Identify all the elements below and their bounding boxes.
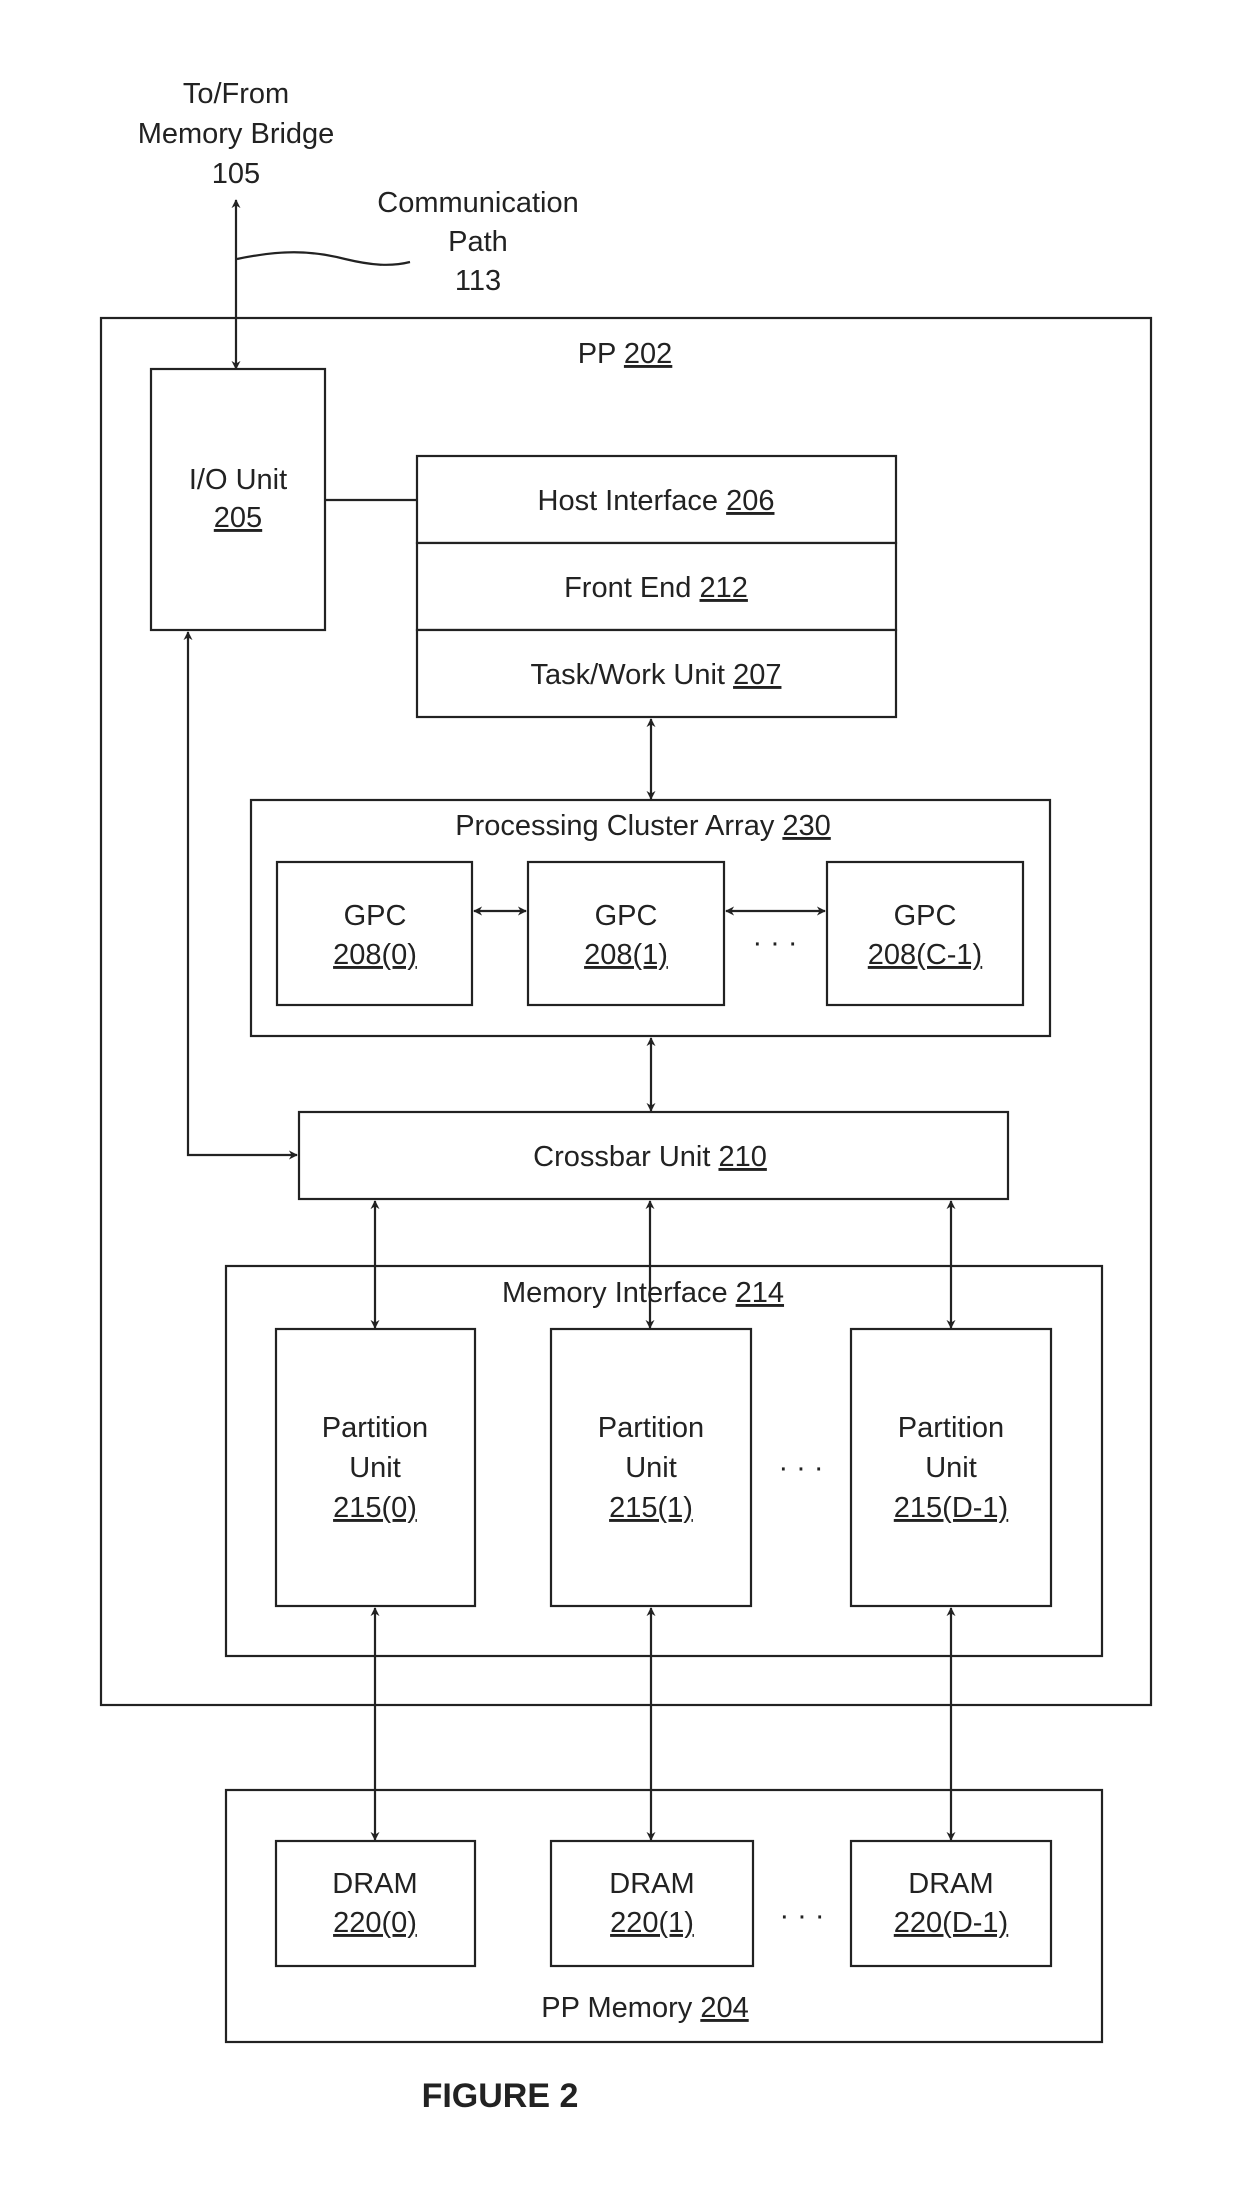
comm-path-label-line2: Path	[448, 226, 508, 258]
memory-bridge-label-line1: To/From	[183, 78, 289, 110]
gpc-ref-2: 208(C-1)	[868, 939, 982, 971]
dram-ref-0: 220(0)	[333, 1907, 417, 1939]
gpc-ref-0: 208(0)	[333, 939, 417, 971]
partition-unit-line1-2: Partition	[898, 1412, 1004, 1444]
gpc-label-0: GPC	[344, 900, 407, 932]
dram-label-1: DRAM	[609, 1868, 694, 1900]
pp-label: PP 202	[578, 338, 673, 370]
io-unit-label: I/O Unit	[189, 464, 287, 496]
comm-path-leader-line	[236, 251, 411, 266]
gpc-box-0	[275, 860, 474, 1007]
dram-ref-1: 220(1)	[610, 1907, 694, 1939]
gpc-label-1: GPC	[595, 900, 658, 932]
partition-unit-line2-2: Unit	[925, 1452, 977, 1484]
gpc-box-2	[825, 860, 1025, 1007]
gpc-box-1	[526, 860, 726, 1007]
partition-unit-line1-0: Partition	[322, 1412, 428, 1444]
host-interface-label: Host Interface 206	[538, 485, 775, 517]
memory-bridge-label-line2: Memory Bridge	[138, 118, 335, 150]
dram-label-2: DRAM	[908, 1868, 993, 1900]
pp-memory-label: PP Memory 204	[541, 1992, 748, 2024]
partition-unit-line2-0: Unit	[349, 1452, 401, 1484]
crossbar-label: Crossbar Unit 210	[533, 1141, 767, 1173]
dram-box-1	[549, 1839, 755, 1968]
partition-unit-line2-1: Unit	[625, 1452, 677, 1484]
pp-block-diagram: To/From Memory Bridge 105 Communication …	[99, 78, 1153, 2115]
memory-bridge-ref: 105	[212, 158, 260, 190]
gpc-label-2: GPC	[894, 900, 957, 932]
partition-unit-ref-1: 215(1)	[609, 1492, 693, 1524]
io-unit-box	[149, 367, 327, 632]
comm-path-label-line1: Communication	[377, 187, 578, 219]
dram-ellipsis: · · ·	[779, 1900, 824, 1932]
partition-ellipsis: · · ·	[778, 1452, 823, 1484]
pca-label: Processing Cluster Array 230	[455, 810, 831, 842]
gpc-ref-1: 208(1)	[584, 939, 668, 971]
dram-box-2	[849, 1839, 1053, 1968]
partition-unit-ref-2: 215(D-1)	[894, 1492, 1008, 1524]
dram-box-0	[274, 1839, 477, 1968]
comm-path-ref: 113	[455, 265, 501, 297]
io-unit-ref: 205	[214, 502, 262, 534]
dram-label-0: DRAM	[332, 1868, 417, 1900]
memory-interface-label: Memory Interface 214	[502, 1277, 784, 1309]
front-end-label: Front End 212	[564, 572, 748, 604]
dram-ref-2: 220(D-1)	[894, 1907, 1008, 1939]
partition-unit-line1-1: Partition	[598, 1412, 704, 1444]
gpc-ellipsis: · · ·	[752, 927, 797, 959]
partition-unit-ref-0: 215(0)	[333, 1492, 417, 1524]
figure-caption: FIGURE 2	[422, 2077, 579, 2115]
task-work-unit-label: Task/Work Unit 207	[531, 659, 782, 691]
